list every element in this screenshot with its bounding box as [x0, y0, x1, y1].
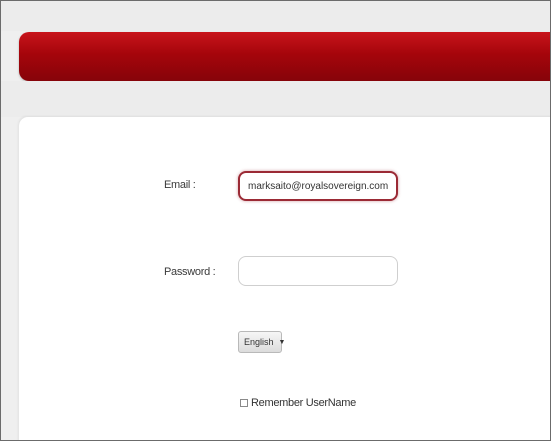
email-field[interactable]	[238, 171, 398, 201]
language-select[interactable]: English ▼	[238, 331, 285, 353]
language-select-value: English	[244, 337, 274, 347]
password-field[interactable]	[238, 256, 398, 286]
remember-username-row[interactable]: Remember UserName	[240, 397, 356, 409]
header-gap	[1, 81, 550, 117]
email-label: Email :	[164, 179, 196, 191]
remember-username-checkbox[interactable]	[240, 399, 248, 407]
top-strip	[1, 1, 550, 31]
remember-username-label: Remember UserName	[251, 397, 356, 409]
header-bar	[19, 32, 550, 81]
triangle-down-icon: ▼	[278, 338, 286, 346]
login-window: Email : Password : English ▼ Remember Us…	[0, 0, 551, 441]
password-label: Password :	[164, 266, 216, 278]
